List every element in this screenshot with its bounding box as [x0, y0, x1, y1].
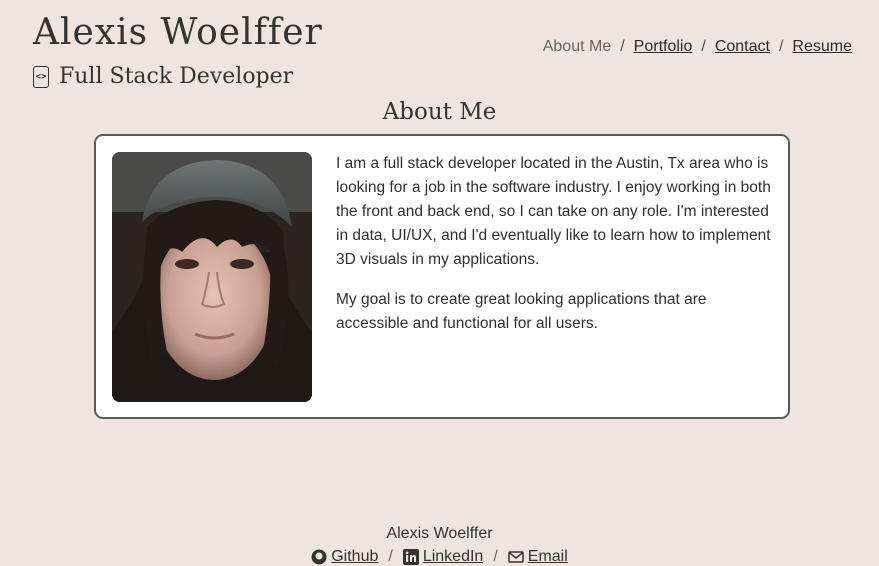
code-icon: <> [33, 65, 49, 88]
site-title: Alexis Woelffer [33, 12, 323, 53]
nav-separator: / [778, 38, 784, 55]
main-nav: About Me / Portfolio / Contact / Resume [543, 38, 852, 56]
email-label: Email [527, 548, 568, 565]
about-card: I am a full stack developer located in t… [94, 134, 790, 419]
role-label: Full Stack Developer [59, 64, 294, 89]
github-label: Github [331, 548, 379, 565]
profile-photo [112, 152, 312, 402]
section-title: About Me [382, 99, 497, 125]
bio-paragraph: My goal is to create great looking appli… [336, 291, 707, 332]
email-link[interactable]: Email [508, 548, 568, 566]
github-link[interactable]: Github [311, 548, 378, 566]
nav-contact[interactable]: Contact [715, 38, 770, 56]
linkedin-label: LinkedIn [422, 548, 484, 565]
nav-portfolio[interactable]: Portfolio [634, 38, 693, 56]
bio-text: I am a full stack developer located in t… [336, 152, 776, 352]
nav-separator: / [701, 38, 706, 55]
nav-resume[interactable]: Resume [792, 38, 852, 56]
bio-paragraph: I am a full stack developer located in t… [336, 155, 771, 268]
linkedin-icon [402, 549, 419, 565]
role-heading: <> Full Stack Developer [33, 64, 293, 89]
email-icon [508, 551, 524, 563]
nav-separator: / [620, 38, 625, 55]
footer-separator: / [493, 548, 498, 565]
footer-links: Github / LinkedIn / Email [0, 548, 879, 566]
nav-about-me[interactable]: About Me [543, 38, 611, 56]
footer-separator: / [388, 548, 393, 565]
linkedin-link[interactable]: LinkedIn [402, 548, 484, 566]
github-icon [311, 549, 327, 565]
footer-name: Alexis Woelffer [386, 525, 493, 542]
